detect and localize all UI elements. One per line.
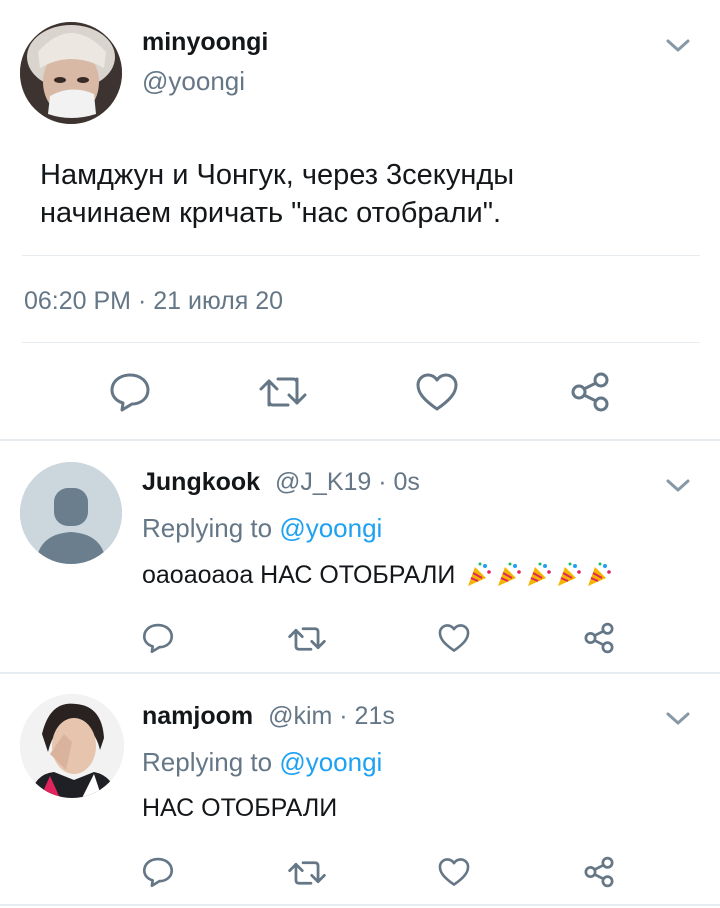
party-popper-icon <box>588 562 612 586</box>
replying-to-handle[interactable]: @yoongi <box>279 513 382 543</box>
default-avatar-icon <box>20 462 122 564</box>
replying-to: Replying to @yoongi <box>142 513 382 544</box>
section-divider <box>0 439 720 441</box>
retweet-icon[interactable] <box>287 624 327 654</box>
display-name[interactable]: namjoom <box>142 702 253 730</box>
reply-header: namjoom @kim · 21s <box>142 702 395 731</box>
reply-text: НАС ОТОБРАЛИ <box>142 794 338 822</box>
party-popper-icons <box>455 561 612 589</box>
reply-text-content: оаоаоаоа НАС ОТОБРАЛИ <box>142 561 456 589</box>
share-icon[interactable] <box>582 855 616 889</box>
reply-header: Jungkook @J_K19 · 0s <box>142 468 420 497</box>
chevron-down-icon[interactable] <box>663 36 693 56</box>
display-name[interactable]: minyoongi <box>142 28 268 57</box>
retweet-icon[interactable] <box>287 858 327 888</box>
replying-to-label: Replying to <box>142 747 273 777</box>
tweet-text-line: Намджун и Чонгук, через 3секунды <box>40 159 515 191</box>
handle-and-time[interactable]: @kim · 21s <box>268 702 395 730</box>
avatar-namjoom[interactable] <box>20 694 124 798</box>
avatar-jungkook[interactable] <box>20 462 122 564</box>
chevron-down-icon[interactable] <box>663 709 693 729</box>
tweet-text: Намджун и Чонгук, через 3секунды начинае… <box>40 156 514 232</box>
replying-to-handle[interactable]: @yoongi <box>279 747 382 777</box>
like-icon[interactable] <box>437 622 471 654</box>
timestamp[interactable]: 06:20 PM · 21 июля 20 <box>24 287 283 316</box>
avatar-photo <box>20 22 122 124</box>
replying-to-label: Replying to <box>142 513 273 543</box>
share-icon[interactable] <box>582 621 616 655</box>
handle-and-time[interactable]: @J_K19 · 0s <box>275 468 420 496</box>
share-icon[interactable] <box>568 370 612 414</box>
section-divider <box>0 904 720 906</box>
party-popper-icon <box>558 562 582 586</box>
chevron-down-icon[interactable] <box>663 476 693 496</box>
reply-text: оаоаоаоа НАС ОТОБРАЛИ <box>142 561 612 590</box>
party-popper-icon <box>528 562 552 586</box>
like-icon[interactable] <box>414 371 460 413</box>
like-icon[interactable] <box>437 856 471 888</box>
tweet-text-line: начинаем кричать "нас отобрали". <box>40 197 502 229</box>
divider <box>22 255 700 256</box>
party-popper-icon <box>498 562 522 586</box>
retweet-icon[interactable] <box>258 373 308 411</box>
user-handle[interactable]: @yoongi <box>142 66 245 97</box>
avatar-minyoongi[interactable] <box>20 22 122 124</box>
reply-icon[interactable] <box>141 856 175 888</box>
replying-to: Replying to @yoongi <box>142 747 382 778</box>
party-popper-icon <box>468 562 492 586</box>
display-name[interactable]: Jungkook <box>142 468 260 496</box>
section-divider <box>0 672 720 674</box>
reply-icon[interactable] <box>141 622 175 654</box>
avatar-photo <box>20 694 124 798</box>
divider <box>22 342 700 343</box>
reply-icon[interactable] <box>108 371 152 413</box>
